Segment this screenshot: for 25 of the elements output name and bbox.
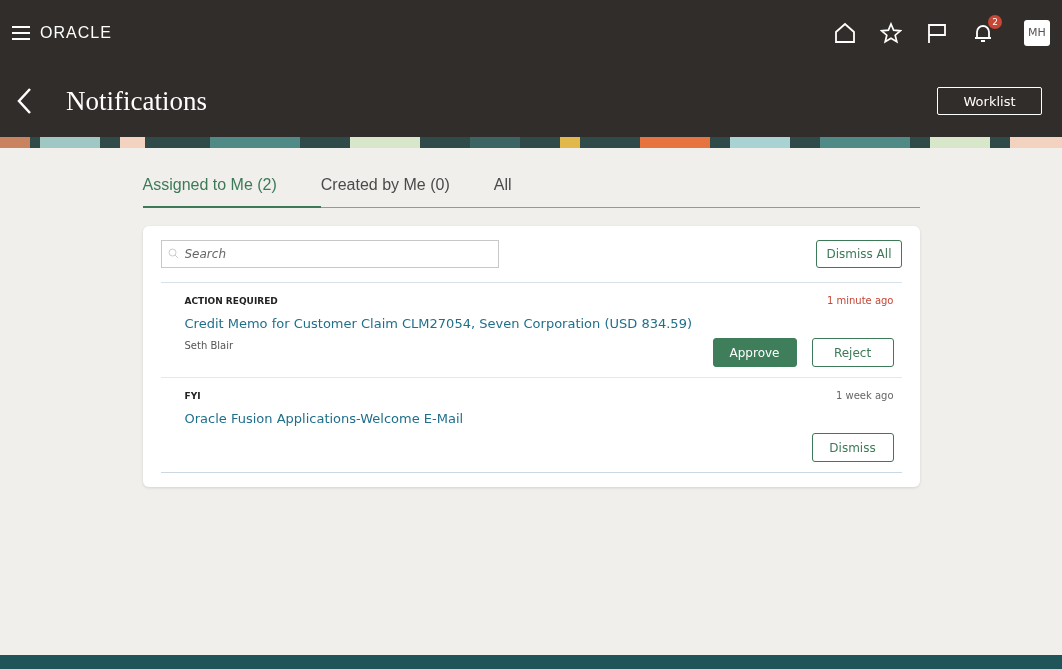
worklist-button[interactable]: Worklist: [937, 87, 1042, 115]
tab[interactable]: Created by Me (0): [320, 168, 450, 208]
dismiss-all-button[interactable]: Dismiss All: [816, 240, 902, 268]
tab[interactable]: All: [493, 168, 512, 208]
notification-title-link[interactable]: Credit Memo for Customer Claim CLM27054, Seven Corporation (USD 834.59): [184, 316, 692, 331]
user-avatar[interactable]: MH: [1024, 19, 1050, 46]
tab[interactable]: Assigned to Me (2): [142, 168, 321, 208]
notification-title-link[interactable]: Oracle Fusion Applications-Welcome E-Mail: [184, 411, 464, 426]
notification-category: FYI: [184, 390, 201, 401]
notification-sender: Seth Blair: [184, 340, 234, 351]
action-button[interactable]: Dismiss: [811, 433, 894, 462]
action-button[interactable]: Reject: [811, 338, 894, 367]
oracle-logo[interactable]: ORACLE: [40, 23, 112, 42]
star-icon[interactable]: [880, 21, 902, 44]
action-button[interactable]: Approve: [712, 338, 797, 367]
notification-time: 1 minute ago: [826, 295, 894, 306]
notification-count-badge: 2: [988, 14, 1002, 29]
page-title: Notifications: [66, 85, 208, 117]
search-field[interactable]: Search: [160, 240, 499, 268]
home-icon[interactable]: [834, 21, 856, 44]
menu-icon[interactable]: [12, 25, 30, 40]
search-icon: [167, 248, 179, 259]
flag-icon[interactable]: [926, 21, 948, 44]
notification-time: 1 week ago: [835, 390, 894, 401]
notification-category: ACTION REQUIRED: [184, 295, 278, 306]
